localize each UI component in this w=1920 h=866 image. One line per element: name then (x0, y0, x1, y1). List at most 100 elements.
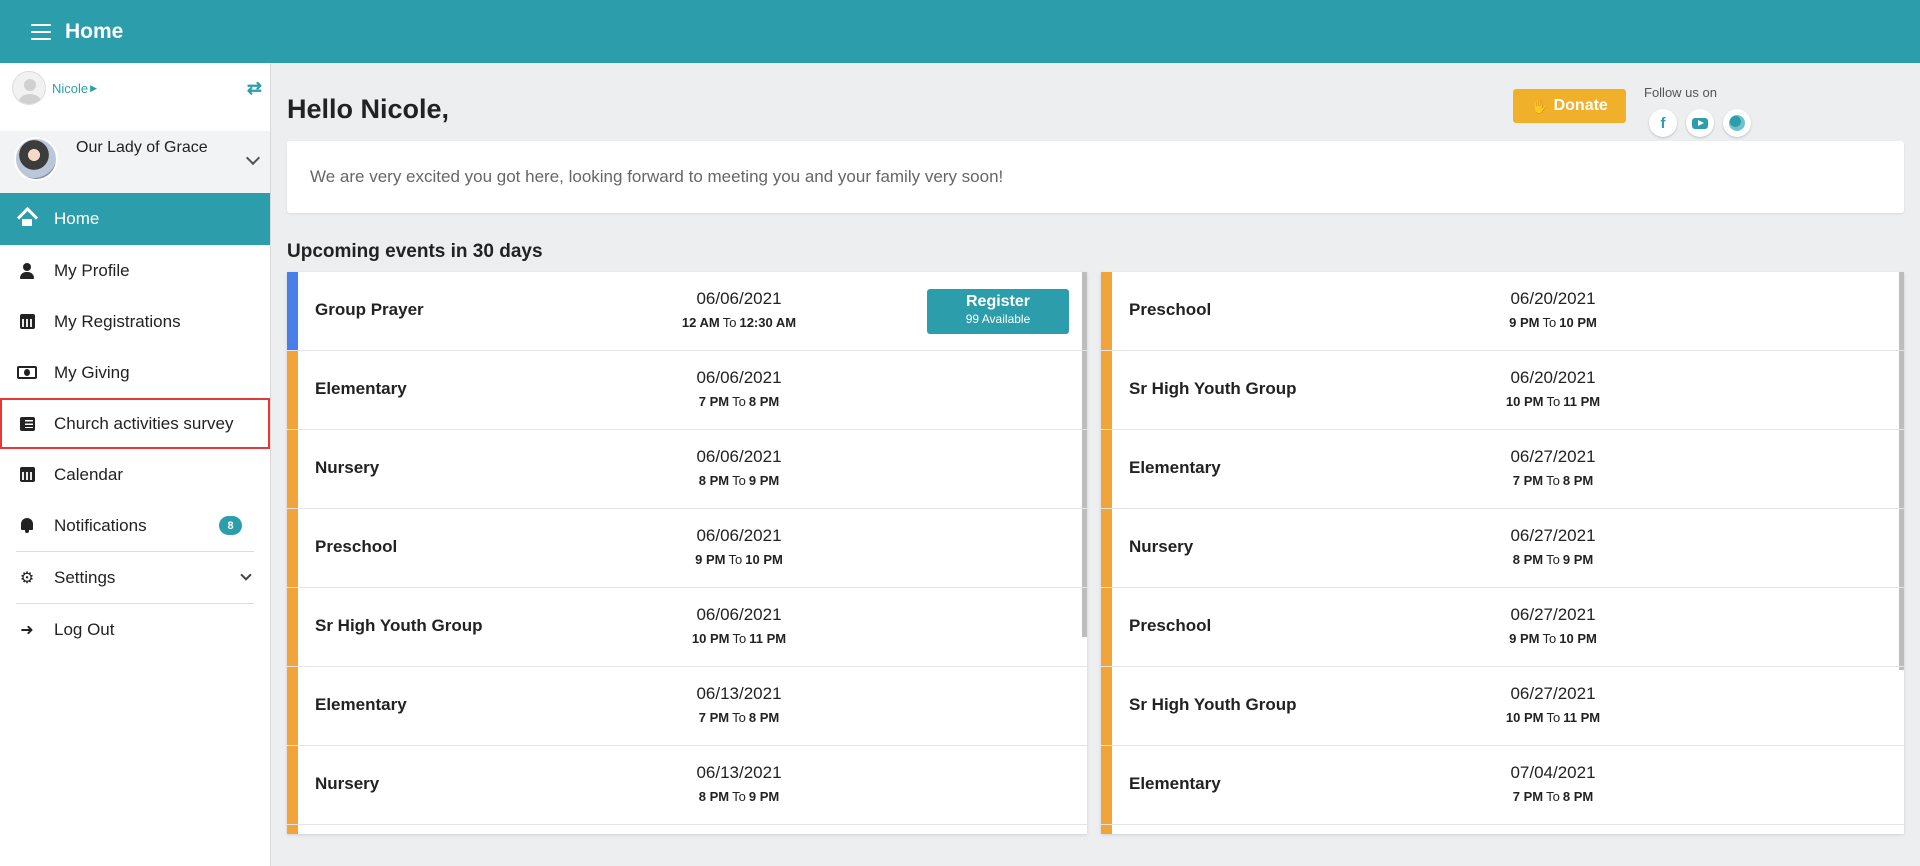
event-color-bar (1101, 746, 1112, 824)
event-end: 9 PM (748, 473, 780, 488)
event-row[interactable]: Group Prayer 06/06/2021 12 AM To 12:30 AM … (287, 272, 1087, 351)
event-color-bar (1101, 430, 1112, 508)
register-button[interactable]: Register 99 Available (927, 289, 1069, 334)
event-start: 7 PM (1512, 789, 1544, 804)
event-name: Sr High Youth Group (1129, 695, 1297, 714)
chevron-down-icon[interactable] (245, 150, 261, 166)
event-end: 11 PM (1563, 394, 1601, 409)
event-row[interactable]: Preschool 06/20/2021 9 PM To 10 PM (1101, 272, 1904, 351)
event-row[interactable]: Nursery 06/13/2021 8 PM To 9 PM (287, 746, 1087, 825)
event-date: 06/13/2021 (696, 763, 782, 782)
to-label: To (1542, 631, 1557, 646)
sidebar-item-label: My Giving (54, 362, 130, 382)
list-icon (17, 414, 37, 434)
facebook-icon[interactable]: f (1649, 109, 1677, 137)
event-date: 06/27/2021 (1510, 526, 1596, 545)
hamburger-menu-icon[interactable] (31, 23, 51, 40)
event-date: 06/06/2021 (696, 526, 782, 545)
event-row[interactable]: Sr High Youth Group 06/20/2021 10 PM To 11… (1101, 351, 1904, 430)
welcome-message-card: We are very excited you got here, lookin… (287, 141, 1904, 213)
event-time: 8 PM To 9 PM (639, 473, 839, 488)
sidebar-item-my-profile[interactable]: My Profile (0, 245, 270, 296)
event-row[interactable]: Sr High Youth Group 06/27/2021 10 PM To 11… (1101, 667, 1904, 746)
event-date: 06/13/2021 (696, 684, 782, 703)
event-time: 10 PM To 11 PM (1453, 710, 1653, 725)
event-row[interactable]: Sr High Youth Group 06/06/2021 10 PM To 11… (287, 588, 1087, 667)
event-row[interactable]: Elementary 07/04/2021 7 PM To 8 PM (1101, 746, 1904, 825)
donate-hand-icon: ✋ (1531, 97, 1549, 114)
sidebar-item-notifications[interactable]: Notifications 8 (0, 500, 270, 551)
sidebar-item-home[interactable]: Home (0, 193, 270, 245)
sidebar-item-church-activities-survey[interactable]: Church activities survey (0, 398, 270, 449)
sidebar-item-my-giving[interactable]: My Giving (0, 347, 270, 398)
events-list-right[interactable]: Preschool 06/20/2021 9 PM To 10 PM Sr High… (1101, 272, 1904, 834)
event-row[interactable]: Elementary 06/06/2021 7 PM To 8 PM (287, 351, 1087, 430)
event-start: 12 AM (681, 315, 720, 330)
user-icon (17, 261, 37, 281)
event-start: 7 PM (698, 394, 730, 409)
event-row[interactable]: Nursery 06/27/2021 8 PM To 9 PM (1101, 509, 1904, 588)
user-name-link[interactable]: Nicole (52, 81, 88, 96)
event-end: 10 PM (745, 552, 783, 567)
event-date: 06/20/2021 (1510, 368, 1596, 387)
church-selector[interactable]: Our Lady of Grace (0, 131, 270, 195)
to-label: To (1546, 394, 1561, 409)
notification-count-badge: 8 (219, 516, 242, 535)
sidebar: Nicole ▶ ⇄ Our Lady of Grace Home My Pro… (0, 63, 271, 866)
event-name: Elementary (315, 379, 407, 398)
event-row[interactable]: Elementary 06/13/2021 7 PM To 8 PM (287, 667, 1087, 746)
greeting-heading: Hello Nicole, (287, 94, 450, 124)
sidebar-item-label: Calendar (54, 464, 123, 484)
event-date: 06/27/2021 (1510, 605, 1596, 624)
event-color-bar (287, 509, 298, 587)
event-color-bar (287, 430, 298, 508)
event-name: Nursery (1129, 537, 1194, 556)
user-avatar[interactable] (12, 71, 46, 105)
event-row[interactable]: Preschool 06/27/2021 9 PM To 10 PM (1101, 588, 1904, 667)
event-name: Sr High Youth Group (315, 616, 483, 635)
event-start: 10 PM (1505, 394, 1544, 409)
event-row[interactable]: Preschool 06/06/2021 9 PM To 10 PM (287, 509, 1087, 588)
event-color-bar (1101, 509, 1112, 587)
money-bill-icon (17, 363, 37, 383)
to-label: To (1546, 789, 1560, 804)
to-label: To (1542, 315, 1557, 330)
event-color-bar (287, 825, 298, 834)
event-row[interactable]: Elementary 06/27/2021 7 PM To 8 PM (1101, 430, 1904, 509)
follow-us-label: Follow us on (1644, 85, 1717, 100)
event-color-bar (1101, 667, 1112, 745)
event-color-bar (1101, 588, 1112, 666)
event-color-bar (1101, 351, 1112, 429)
register-label: Register (965, 293, 1031, 310)
event-time: 10 PM To 11 PM (1453, 394, 1653, 409)
donate-button[interactable]: ✋ Donate (1513, 89, 1626, 123)
event-end: 11 PM (749, 631, 787, 646)
sidebar-item-my-registrations[interactable]: My Registrations (0, 296, 270, 347)
welcome-message: We are very excited you got here, lookin… (310, 167, 1004, 186)
to-label: To (722, 315, 737, 330)
event-start: 7 PM (1512, 473, 1544, 488)
event-time: 8 PM To 9 PM (1453, 552, 1653, 567)
chevron-down-icon (240, 569, 252, 581)
church-name: Our Lady of Grace (76, 139, 208, 156)
event-date: 06/06/2021 (696, 447, 782, 466)
event-time: 9 PM To 10 PM (639, 552, 839, 567)
event-end: 11 PM (1563, 710, 1601, 725)
sidebar-nav: Home My Profile My Registrations My Givi… (0, 193, 270, 655)
event-color-bar (1101, 272, 1112, 350)
globe-icon[interactable] (1723, 109, 1751, 137)
switch-arrows-icon[interactable]: ⇄ (247, 78, 262, 99)
top-bar: Home (0, 0, 1920, 63)
sidebar-item-calendar[interactable]: Calendar (0, 449, 270, 500)
event-time: 9 PM To 10 PM (1453, 631, 1653, 646)
event-name: Group Prayer (315, 300, 424, 319)
sidebar-item-settings[interactable]: ⚙ Settings (0, 552, 270, 603)
event-row[interactable]: Nursery 06/06/2021 8 PM To 9 PM (287, 430, 1087, 509)
sidebar-item-log-out[interactable]: ➜ Log Out (0, 604, 270, 655)
youtube-icon[interactable] (1686, 109, 1714, 137)
event-color-bar (287, 351, 298, 429)
user-row: Nicole ▶ ⇄ (12, 71, 262, 105)
events-list-left[interactable]: Group Prayer 06/06/2021 12 AM To 12:30 AM … (287, 272, 1087, 834)
sidebar-item-label: Church activities survey (54, 413, 234, 433)
to-label: To (1546, 552, 1560, 567)
